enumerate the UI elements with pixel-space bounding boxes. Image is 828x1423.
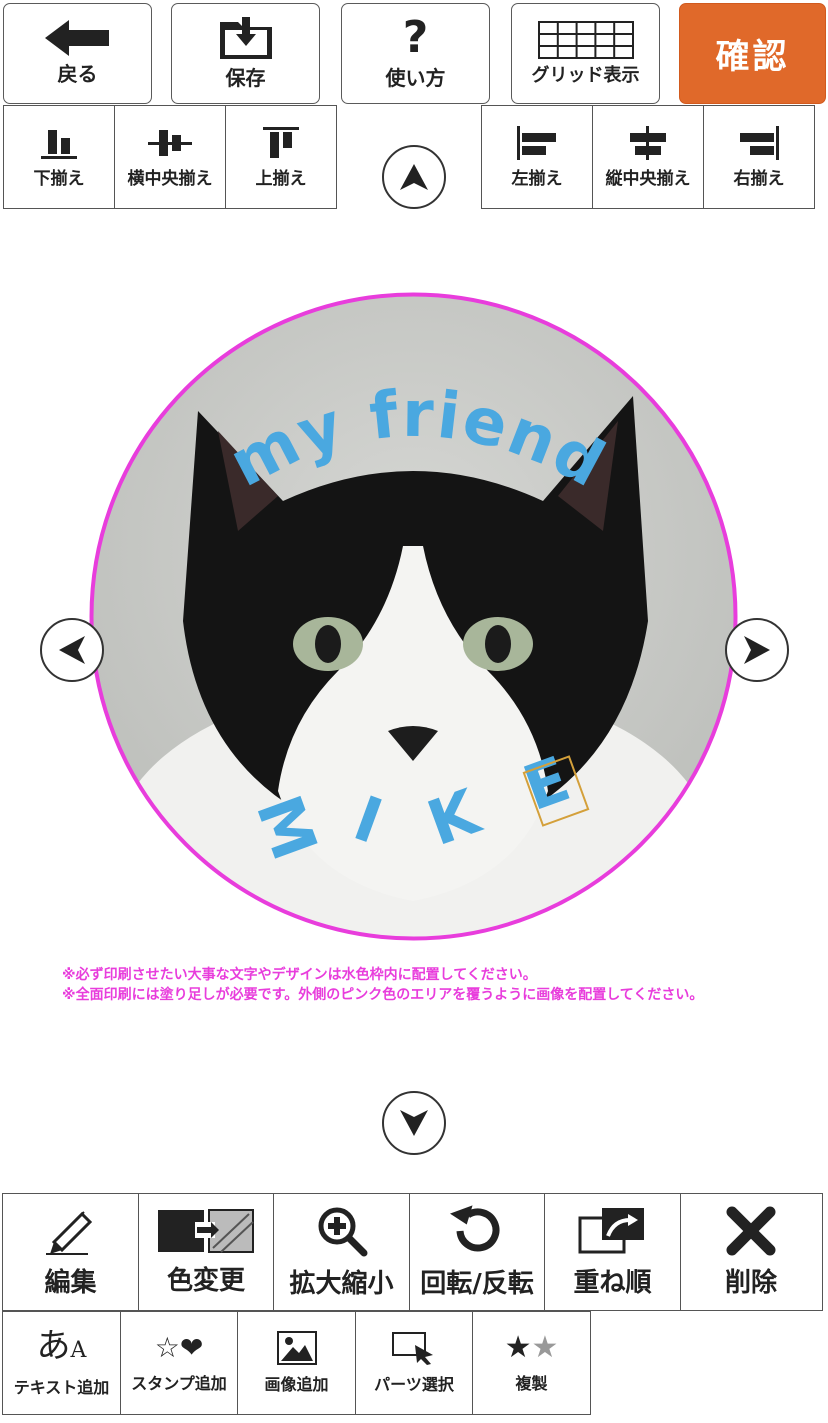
zoom-button[interactable]: 拡大縮小 [273, 1193, 410, 1311]
parts-select-label: パーツ選択 [374, 1375, 454, 1394]
align-top-label: 上揃え [255, 168, 307, 189]
note-line-1: ※必ず印刷させたい大事な文字やデザインは水色枠内に配置してください。 [62, 967, 537, 983]
parts-select-button[interactable]: パーツ選択 [354, 1311, 474, 1415]
color-change-label: 色変更 [166, 1265, 245, 1296]
edit-button[interactable]: 編集 [2, 1193, 139, 1311]
align-group-vertical: 下揃え 横中央揃え 上揃え [3, 105, 337, 209]
align-bottom-label: 下揃え [33, 168, 85, 189]
rotate-flip-label: 回転/反転 [420, 1268, 534, 1299]
align-top-button[interactable]: 上揃え [225, 105, 337, 209]
add-stamp-label: スタンプ追加 [131, 1374, 227, 1393]
triangle-up-icon [400, 164, 428, 190]
rotate-icon [450, 1204, 500, 1251]
confirm-label: 確認 [715, 37, 790, 77]
layer-order-button[interactable]: 重ね順 [544, 1193, 681, 1311]
align-v-center-label: 縦中央揃え [605, 168, 691, 189]
align-right-button[interactable]: 右揃え [703, 105, 815, 209]
layer-order-label: 重ね順 [573, 1267, 652, 1298]
canvas-svg: my friend M I K E [89, 292, 738, 941]
close-icon [726, 1206, 776, 1255]
folder-download-icon [219, 17, 272, 59]
rotate-flip-button[interactable]: 回転/反転 [408, 1193, 546, 1311]
text-icon: あA [36, 1325, 87, 1366]
triangle-left-icon [59, 636, 85, 664]
grid-toggle-button[interactable]: グリッド表示 [511, 3, 660, 104]
color-swap-icon [158, 1208, 254, 1253]
arrow-left-icon [44, 20, 109, 56]
confirm-button[interactable]: 確認 [679, 3, 826, 104]
delete-label: 削除 [724, 1267, 777, 1298]
align-right-label: 右揃え [733, 168, 785, 189]
color-change-button[interactable]: 色変更 [137, 1193, 275, 1311]
note-line-2: ※全面印刷には塗り足しが必要です。外側のピンク色のエリアを覆うように画像を配置し… [62, 987, 704, 1003]
pencil-icon [45, 1210, 92, 1255]
duplicate-button[interactable]: ★★ 複製 [472, 1311, 591, 1415]
add-image-button[interactable]: 画像追加 [237, 1311, 356, 1415]
add-text-label: テキスト追加 [13, 1377, 110, 1397]
select-cursor-icon [392, 1332, 433, 1365]
align-group-horizontal: 左揃え 縦中央揃え 右揃え [481, 105, 815, 209]
print-notes: ※必ず印刷させたい大事な文字やデザインは水色枠内に配置してください。 ※全面印刷… [62, 965, 703, 1005]
align-bottom-icon [41, 129, 77, 159]
align-left-label: 左揃え [511, 168, 563, 189]
triangle-down-icon [400, 1110, 428, 1136]
align-bottom-button[interactable]: 下揃え [3, 105, 115, 209]
help-button[interactable]: ? 使い方 [341, 3, 490, 104]
edit-label: 編集 [44, 1267, 97, 1298]
triangle-right-icon [744, 636, 770, 664]
zoom-in-icon [318, 1207, 367, 1256]
stamp-icon: ☆❤ [154, 1331, 204, 1364]
save-button[interactable]: 保存 [171, 3, 320, 104]
grid-label: グリッド表示 [531, 64, 640, 86]
add-stamp-button[interactable]: ☆❤ スタンプ追加 [119, 1311, 239, 1415]
question-icon: ? [402, 12, 429, 63]
back-label: 戻る [57, 62, 98, 86]
add-image-label: 画像追加 [264, 1375, 329, 1394]
scroll-down-button[interactable] [382, 1091, 446, 1155]
align-top-icon [263, 126, 299, 158]
align-left-icon [517, 125, 556, 160]
align-v-center-button[interactable]: 縦中央揃え [592, 105, 704, 209]
align-left-button[interactable]: 左揃え [481, 105, 593, 209]
zoom-label: 拡大縮小 [289, 1268, 394, 1299]
scroll-up-button[interactable] [382, 145, 446, 209]
duplicate-label: 複製 [515, 1374, 548, 1393]
align-v-center-icon [630, 125, 666, 160]
delete-button[interactable]: 削除 [679, 1193, 823, 1311]
grid-icon [537, 20, 634, 59]
align-right-icon [740, 125, 779, 160]
back-button[interactable]: 戻る [3, 3, 152, 104]
scroll-left-button[interactable] [40, 618, 104, 682]
edit-toolbar: 編集 色変更 拡大縮小 回転/反転 重ね順 削除 [2, 1193, 823, 1311]
help-label: 使い方 [385, 66, 446, 90]
align-h-center-button[interactable]: 横中央揃え [114, 105, 226, 209]
design-canvas[interactable]: my friend M I K E [88, 291, 739, 942]
scroll-right-button[interactable] [725, 618, 789, 682]
add-text-button[interactable]: あA テキスト追加 [2, 1311, 121, 1415]
layer-order-icon [578, 1207, 644, 1253]
add-toolbar: あA テキスト追加 ☆❤ スタンプ追加 画像追加 パーツ選択 ★★ 複製 [2, 1311, 591, 1415]
align-h-center-label: 横中央揃え [127, 168, 213, 189]
image-icon [276, 1331, 317, 1365]
duplicate-stars-icon: ★★ [504, 1330, 559, 1365]
save-label: 保存 [225, 66, 266, 90]
align-h-center-icon [148, 129, 192, 156]
